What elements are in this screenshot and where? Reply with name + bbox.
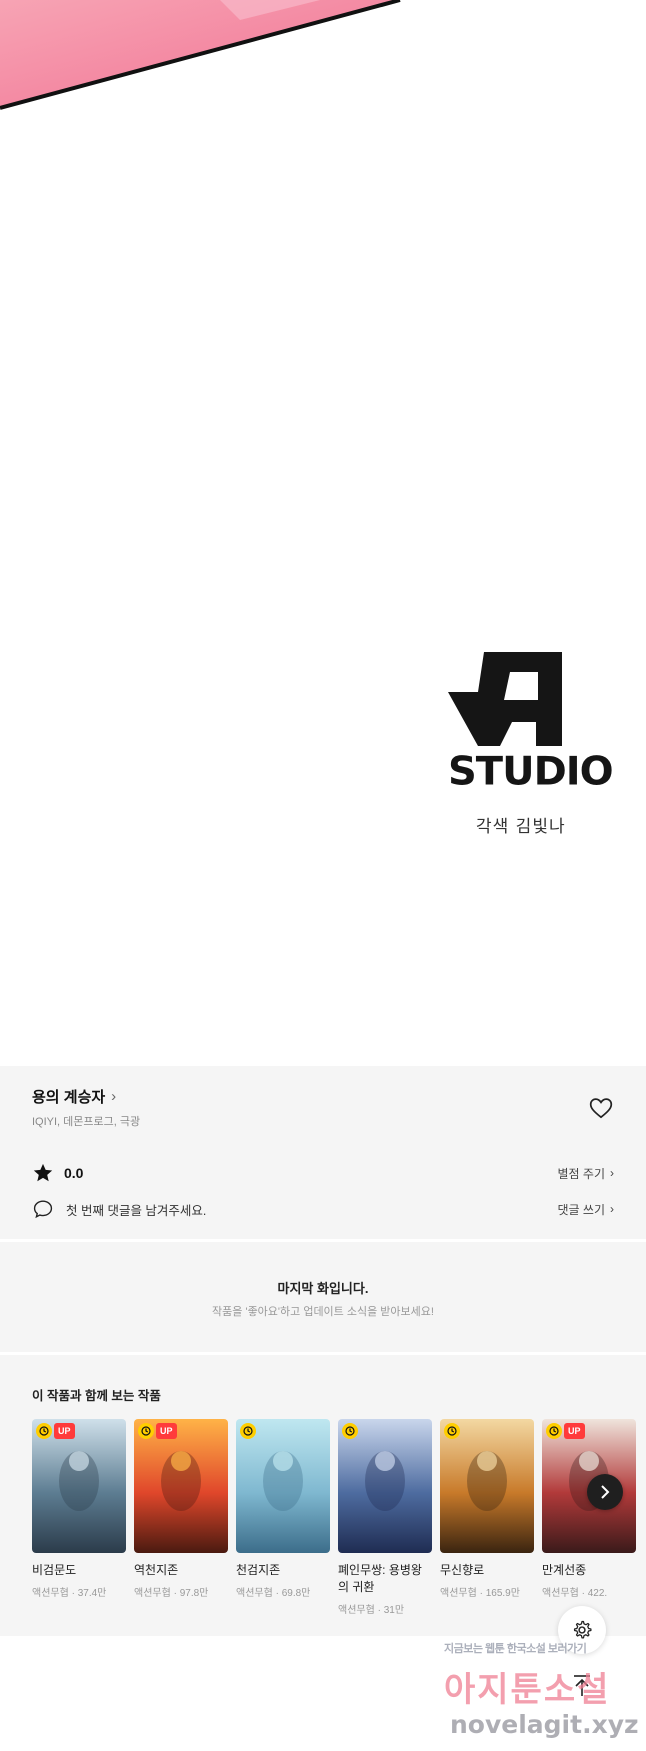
settings-button[interactable] xyxy=(558,1606,606,1654)
recommendation-meta: 액션무협 · 422. xyxy=(542,1584,636,1599)
recommendation-meta: 액션무협 · 37.4만 xyxy=(32,1584,126,1599)
meta-separator: · xyxy=(374,1605,384,1616)
scroll-top-button[interactable] xyxy=(558,1662,606,1710)
clock-icon xyxy=(444,1423,460,1439)
panel-artwork xyxy=(0,0,401,110)
studio-wordmark: STUDIO xyxy=(448,749,614,795)
up-badge: UP xyxy=(54,1423,75,1439)
recommendations-list: UP 비검문도액션무협 · 37.4만 UP 역천지존액션무협 · 97.8만 천검지존… xyxy=(32,1419,636,1616)
recommendation-title: 비검문도 xyxy=(32,1563,77,1577)
comment-bubble-icon xyxy=(33,1200,53,1219)
meta-separator: · xyxy=(170,1588,180,1599)
meta-separator: · xyxy=(476,1588,486,1599)
rating-value: 0.0 xyxy=(64,1165,84,1181)
recommendation-cover: UP xyxy=(134,1419,228,1553)
recommendation-views: 69.8만 xyxy=(281,1588,311,1599)
recommendation-title: 천검지존 xyxy=(236,1563,281,1577)
watermark-url: novelagit.xyz xyxy=(450,1710,639,1739)
recommendation-title: 만계선종 xyxy=(542,1563,587,1577)
clock-icon xyxy=(36,1423,52,1439)
recommendation-genre: 액션무협 xyxy=(236,1588,273,1599)
clock-icon xyxy=(342,1423,358,1439)
recommendation-genre: 액션무협 xyxy=(32,1588,69,1599)
recommendation-meta: 액션무협 · 31만 xyxy=(338,1601,432,1616)
recommendation-card[interactable]: 폐인무쌍: 용병왕의 귀환액션무협 · 31만 xyxy=(338,1419,432,1616)
adaptation-credit: 각색 김빛나 xyxy=(476,817,566,837)
recommendation-views: 31만 xyxy=(383,1605,405,1616)
last-episode-title: 마지막 화입니다. xyxy=(277,1281,369,1296)
gear-icon xyxy=(573,1620,592,1639)
rating-row: 0.0 별점 주기 › xyxy=(32,1160,614,1186)
write-comment-button[interactable]: 댓글 쓰기 › xyxy=(558,1201,615,1218)
comment-row: 첫 번째 댓글을 남겨주세요. 댓글 쓰기 › xyxy=(32,1196,614,1222)
recommendation-card[interactable]: 무신향로액션무협 · 165.9만 xyxy=(440,1419,534,1616)
meta-separator: · xyxy=(272,1588,282,1599)
recommendation-cover xyxy=(236,1419,330,1553)
recommendation-title: 무신향로 xyxy=(440,1563,485,1577)
chevron-right-icon xyxy=(601,1485,610,1499)
recommendation-card[interactable]: 천검지존액션무협 · 69.8만 xyxy=(236,1419,330,1616)
recommendation-meta: 액션무협 · 97.8만 xyxy=(134,1584,228,1599)
up-badge: UP xyxy=(564,1423,585,1439)
series-title: 용의 계승자 xyxy=(32,1089,106,1106)
up-badge: UP xyxy=(156,1423,177,1439)
recommendations-heading: 이 작품과 함께 보는 작품 xyxy=(32,1389,161,1403)
recommendation-views: 37.4만 xyxy=(77,1588,107,1599)
recommendation-genre: 액션무협 xyxy=(134,1588,171,1599)
comic-panel: STUDIO 각색 김빛나 xyxy=(0,0,646,1066)
comment-prompt[interactable]: 첫 번째 댓글을 남겨주세요. xyxy=(66,1200,206,1219)
star-icon xyxy=(33,1163,53,1182)
recommendation-genre: 액션무협 xyxy=(440,1588,477,1599)
chevron-right-icon: › xyxy=(610,1166,614,1180)
series-authors: IQIYI, 데몬프로그, 극광 xyxy=(32,1116,141,1128)
recommendation-cover: UP xyxy=(32,1419,126,1553)
recommendation-genre: 액션무협 xyxy=(542,1588,579,1599)
series-info: 용의 계승자 › IQIYI, 데몬프로그, 극광 0.0 별점 주기 › 첫 … xyxy=(0,1066,646,1239)
recommendation-card[interactable]: UP 만계선종액션무협 · 422. xyxy=(542,1419,636,1616)
recommendation-views: 422. xyxy=(587,1588,608,1599)
carousel-next-button[interactable] xyxy=(587,1474,623,1510)
recommendation-title: 폐인무쌍: 용병왕의 귀환 xyxy=(338,1563,422,1594)
recommendation-meta: 액션무협 · 165.9만 xyxy=(440,1584,534,1599)
rate-button-label: 별점 주기 xyxy=(557,1166,606,1181)
clock-icon xyxy=(240,1423,256,1439)
recommendation-cover xyxy=(440,1419,534,1553)
recommendations-section: 이 작품과 함께 보는 작품 UP 비검문도액션무협 · 37.4만 UP 역천지존액… xyxy=(0,1355,646,1636)
recommendation-meta: 액션무협 · 69.8만 xyxy=(236,1584,330,1599)
write-comment-label: 댓글 쓰기 xyxy=(557,1202,606,1217)
clock-icon xyxy=(546,1423,562,1439)
clock-icon xyxy=(138,1423,154,1439)
rate-button[interactable]: 별점 주기 › xyxy=(558,1165,615,1182)
studio-mark-icon xyxy=(448,652,562,746)
recommendation-title: 역천지존 xyxy=(134,1563,179,1577)
recommendation-card[interactable]: UP 역천지존액션무협 · 97.8만 xyxy=(134,1419,228,1616)
recommendation-genre: 액션무협 xyxy=(338,1605,375,1616)
recommendation-views: 97.8만 xyxy=(179,1588,209,1599)
recommendation-views: 165.9만 xyxy=(485,1588,520,1599)
series-title-link[interactable]: 용의 계승자 › xyxy=(32,1086,116,1107)
last-episode-notice: 마지막 화입니다. 작품을 '좋아요'하고 업데이트 소식을 받아보세요! xyxy=(0,1242,646,1352)
heart-icon[interactable] xyxy=(588,1095,614,1121)
arrow-up-icon xyxy=(574,1675,590,1696)
recommendation-card[interactable]: UP 비검문도액션무협 · 37.4만 xyxy=(32,1419,126,1616)
recommendation-cover xyxy=(338,1419,432,1553)
studio-logo: STUDIO 각색 김빛나 xyxy=(448,652,614,837)
chevron-right-icon: › xyxy=(610,1202,614,1216)
site-watermark: 지금보는 웹툰 한국소설 보러가기 아지툰소설 novelagit.xyz xyxy=(420,1640,640,1750)
meta-separator: · xyxy=(578,1588,588,1599)
chevron-right-icon: › xyxy=(111,1088,117,1105)
meta-separator: · xyxy=(68,1588,78,1599)
last-episode-subtitle: 작품을 '좋아요'하고 업데이트 소식을 받아보세요! xyxy=(212,1306,434,1318)
